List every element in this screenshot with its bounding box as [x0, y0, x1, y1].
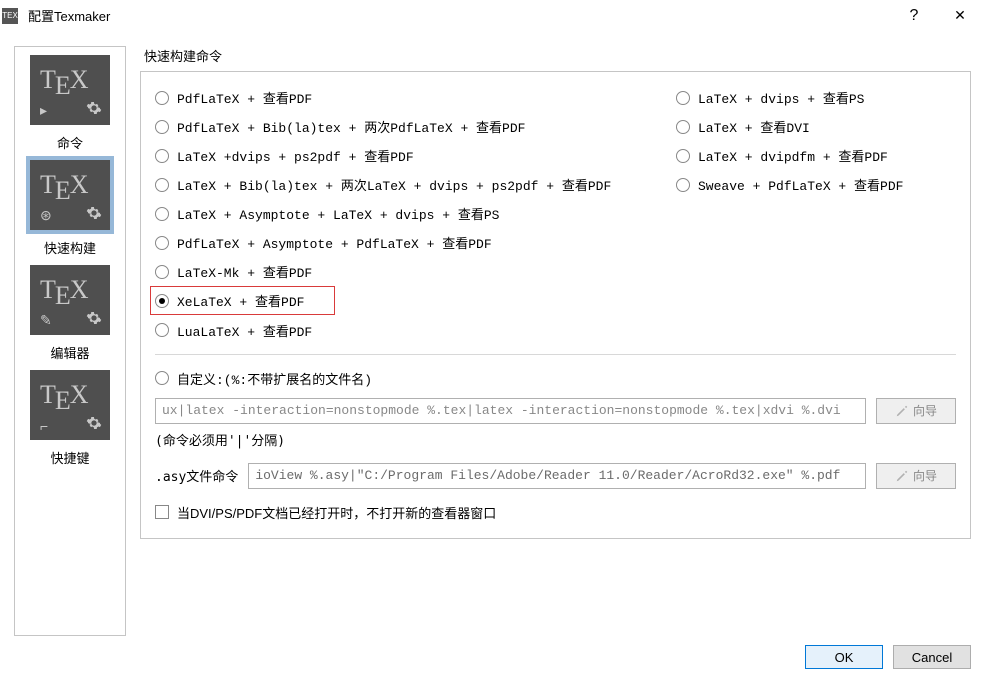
tex-icon: TEX ✎ — [30, 265, 110, 335]
tex-icon: TEX ⊛ — [30, 160, 110, 230]
wizard-icon — [895, 404, 909, 418]
gear-icon — [86, 100, 102, 119]
wizard-icon — [895, 469, 909, 483]
radio-latexmk[interactable]: LaTeX-Mk + 查看PDF — [155, 262, 656, 281]
ok-button[interactable]: OK — [805, 645, 883, 669]
custom-command-input[interactable] — [155, 398, 866, 424]
app-icon: TEX — [2, 8, 18, 24]
radio-label: LuaLaTeX + 查看PDF — [177, 321, 312, 340]
radio-lualatex[interactable]: LuaLaTeX + 查看PDF — [155, 321, 656, 340]
gear-icon — [86, 310, 102, 329]
radio-label: LaTeX + Bib(la)tex + 两次LaTeX + dvips + p… — [177, 175, 611, 194]
cancel-button[interactable]: Cancel — [893, 645, 971, 669]
radio-latex-bibtex-dvips[interactable]: LaTeX + Bib(la)tex + 两次LaTeX + dvips + p… — [155, 175, 656, 194]
separator — [155, 354, 956, 355]
tex-icon: TEX ▸ — [30, 55, 110, 125]
sidebar-item-quickbuild[interactable]: TEX ⊛ 快速构建 — [21, 160, 119, 263]
main-panel: 快速构建命令 PdfLaTeX + 查看PDF PdfLaTeX + Bib(l… — [140, 46, 971, 636]
sidebar-item-label: 编辑器 — [50, 343, 89, 362]
radio-label: PdfLaTeX + 查看PDF — [177, 88, 312, 107]
group-title: 快速构建命令 — [144, 46, 971, 65]
sidebar-item-label: 快捷键 — [50, 448, 89, 467]
wizard-button-custom[interactable]: 向导 — [876, 398, 956, 424]
sidebar-item-shortcuts[interactable]: TEX ⌐ 快捷键 — [21, 370, 119, 473]
sidebar-item-label: 命令 — [57, 133, 83, 152]
window-title: 配置Texmaker — [26, 6, 891, 25]
radio-label: LaTeX-Mk + 查看PDF — [177, 262, 312, 281]
radio-label: LaTeX +dvips + ps2pdf + 查看PDF — [177, 146, 414, 165]
radio-pdflatex-bibtex[interactable]: PdfLaTeX + Bib(la)tex + 两次PdfLaTeX + 查看P… — [155, 117, 656, 136]
sidebar-item-commands[interactable]: TEX ▸ 命令 — [21, 55, 119, 158]
hint-text: (命令必须用'|'分隔) — [155, 430, 956, 449]
checkbox-icon — [155, 505, 169, 519]
sidebar-item-label: 快速构建 — [44, 238, 96, 257]
radio-latex-asymptote-ps[interactable]: LaTeX + Asymptote + LaTeX + dvips + 查看PS — [155, 204, 656, 223]
checkbox-label: 当DVI/PS/PDF文档已经打开时，不打开新的查看器窗口 — [177, 503, 496, 522]
radio-xelatex[interactable]: XeLaTeX + 查看PDF — [150, 286, 335, 315]
gear-icon — [86, 205, 102, 224]
asy-command-input[interactable] — [248, 463, 866, 489]
radio-label: LaTeX + dvipdfm + 查看PDF — [698, 146, 888, 165]
titlebar: TEX 配置Texmaker ? ✕ — [0, 0, 985, 32]
radio-label: XeLaTeX + 查看PDF — [177, 291, 304, 310]
gear-icon — [86, 415, 102, 434]
radio-sweave[interactable]: Sweave + PdfLaTeX + 查看PDF — [676, 175, 956, 194]
button-label: 向导 — [913, 467, 937, 484]
radio-latex-dvips-ps[interactable]: LaTeX + dvips + 查看PS — [676, 88, 956, 107]
asy-label: .asy文件命令 — [155, 466, 238, 485]
sidebar-item-editor[interactable]: TEX ✎ 编辑器 — [21, 265, 119, 368]
radio-label: 自定义:(%:不带扩展名的文件名) — [177, 369, 372, 388]
radio-label: LaTeX + Asymptote + LaTeX + dvips + 查看PS — [177, 204, 499, 223]
wizard-button-asy[interactable]: 向导 — [876, 463, 956, 489]
close-button[interactable]: ✕ — [937, 1, 983, 31]
radio-latex-dvi[interactable]: LaTeX + 查看DVI — [676, 117, 956, 136]
radio-pdflatex-viewpdf[interactable]: PdfLaTeX + 查看PDF — [155, 88, 656, 107]
radio-custom[interactable]: 自定义:(%:不带扩展名的文件名) — [155, 369, 956, 388]
quickbuild-group: PdfLaTeX + 查看PDF PdfLaTeX + Bib(la)tex +… — [140, 71, 971, 539]
tex-icon: TEX ⌐ — [30, 370, 110, 440]
help-button[interactable]: ? — [891, 1, 937, 31]
radio-latex-dvipdfm[interactable]: LaTeX + dvipdfm + 查看PDF — [676, 146, 956, 165]
radio-label: LaTeX + 查看DVI — [698, 117, 810, 136]
radio-label: LaTeX + dvips + 查看PS — [698, 88, 864, 107]
radio-label: Sweave + PdfLaTeX + 查看PDF — [698, 175, 903, 194]
no-new-viewer-checkbox[interactable]: 当DVI/PS/PDF文档已经打开时，不打开新的查看器窗口 — [155, 503, 956, 522]
radio-label: PdfLaTeX + Bib(la)tex + 两次PdfLaTeX + 查看P… — [177, 117, 525, 136]
sidebar: TEX ▸ 命令 TEX ⊛ 快速构建 TEX ✎ 编辑器 TEX — [14, 46, 126, 636]
dialog-footer: OK Cancel — [0, 636, 985, 678]
radio-latex-dvips-ps2pdf[interactable]: LaTeX +dvips + ps2pdf + 查看PDF — [155, 146, 656, 165]
radio-label: PdfLaTeX + Asymptote + PdfLaTeX + 查看PDF — [177, 233, 492, 252]
radio-pdflatex-asymptote[interactable]: PdfLaTeX + Asymptote + PdfLaTeX + 查看PDF — [155, 233, 656, 252]
button-label: 向导 — [913, 402, 937, 419]
